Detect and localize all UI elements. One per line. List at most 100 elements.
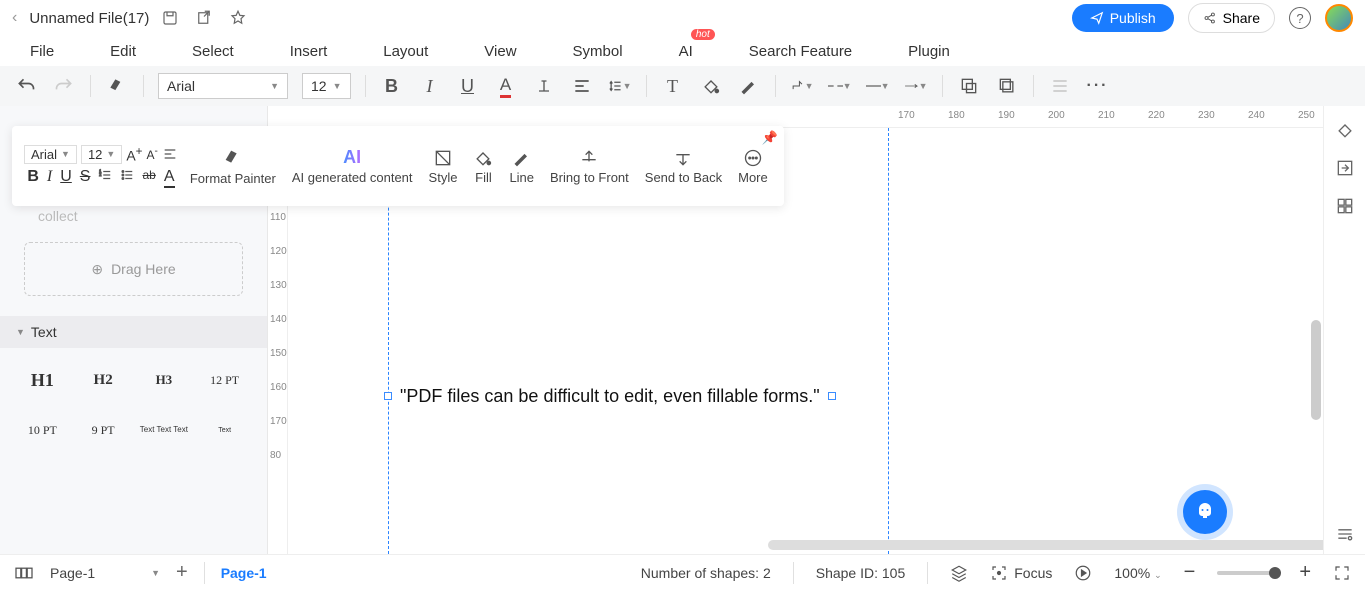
font-color-icon[interactable]: A [494,74,518,98]
distribute-icon[interactable] [1048,74,1072,98]
redo-icon[interactable] [52,74,76,98]
menu-select[interactable]: Select [192,43,234,60]
float-strike-icon[interactable]: S [80,168,91,188]
zoom-in-icon[interactable]: + [1299,561,1311,584]
publish-button[interactable]: Publish [1072,4,1174,32]
paint-icon[interactable] [1335,120,1355,140]
increase-font-icon[interactable]: A+ [126,145,142,164]
fill-button[interactable]: Fill [465,148,501,185]
more-button[interactable]: More [730,148,776,185]
add-page-button[interactable]: + [176,561,188,584]
text-section-header[interactable]: ▼Text [0,316,267,348]
numbered-list-icon[interactable]: 12 [98,168,112,188]
export-icon[interactable] [195,9,213,27]
handle-left[interactable] [384,392,392,400]
help-icon[interactable]: ? [1289,7,1311,29]
undo-icon[interactable] [14,74,38,98]
guide-right[interactable] [888,128,889,554]
avatar[interactable] [1325,4,1353,32]
dash-line-icon[interactable]: ▼ [828,74,852,98]
layers-icon[interactable] [950,564,968,582]
group-icon[interactable] [957,74,981,98]
float-underline-icon[interactable]: U [60,168,72,188]
menu-ai[interactable]: AIhot [679,43,693,60]
send-icon [1090,11,1104,25]
style-button[interactable]: Style [421,148,466,185]
line-button[interactable]: Line [501,148,542,185]
drag-here-zone[interactable]: ⊕ Drag Here [24,242,243,296]
horizontal-scrollbar[interactable] [768,540,1323,550]
format-painter-icon[interactable] [105,74,129,98]
send-back-button[interactable]: Send to Back [637,148,730,185]
file-name[interactable]: Unnamed File(17) [29,10,149,27]
solid-line-icon[interactable]: ▼ [866,74,890,98]
text-effect-icon[interactable] [532,74,556,98]
zoom-out-icon[interactable]: − [1184,561,1196,584]
text-icon[interactable]: T [661,74,685,98]
share-button[interactable]: Share [1188,3,1275,33]
preset-9pt[interactable]: 9 PT [75,408,132,452]
preset-h3[interactable]: H3 [136,358,193,402]
float-font-color-icon[interactable]: A [164,168,175,188]
float-font-select[interactable]: Arial▼ [24,145,77,164]
bring-front-button[interactable]: Bring to Front [542,148,637,185]
vertical-scrollbar[interactable] [1311,320,1321,420]
menu-file[interactable]: File [30,43,54,60]
preset-12pt[interactable]: 12 PT [196,358,253,402]
connector-icon[interactable]: ▼ [790,74,814,98]
preset-tiny[interactable]: Text [196,408,253,452]
fill-icon[interactable] [699,74,723,98]
preset-10pt[interactable]: 10 PT [14,408,71,452]
pin-icon[interactable]: 📌 [762,130,778,146]
chat-assistant-icon[interactable] [1183,490,1227,534]
float-size-select[interactable]: 12▼ [81,145,122,164]
ai-content-button[interactable]: AI AI generated content [284,147,421,185]
layer-icon[interactable] [995,74,1019,98]
handle-right[interactable] [828,392,836,400]
menu-edit[interactable]: Edit [110,43,136,60]
preset-h2[interactable]: H2 [75,358,132,402]
menu-insert[interactable]: Insert [290,43,328,60]
menu-view[interactable]: View [484,43,516,60]
star-icon[interactable] [229,9,247,27]
float-align-icon[interactable] [162,146,178,162]
export-panel-icon[interactable] [1335,158,1355,178]
underline-icon[interactable]: U [456,74,480,98]
menu-layout[interactable]: Layout [383,43,428,60]
back-icon[interactable]: ‹ [12,9,17,27]
align-icon[interactable] [570,74,594,98]
decrease-font-icon[interactable]: A- [146,146,157,162]
zoom-level[interactable]: 100% ⌄ [1114,565,1161,581]
arrow-style-icon[interactable]: ▼ [904,74,928,98]
preset-multi[interactable]: Text Text Text [136,408,193,452]
float-bold-icon[interactable]: B [27,168,39,188]
size-select[interactable]: 12▼ [302,73,351,99]
bullet-list-icon[interactable] [120,168,134,188]
zoom-slider[interactable] [1217,571,1277,575]
menu-plugin[interactable]: Plugin [908,43,950,60]
page-tab[interactable]: Page-1 [221,565,267,581]
more-icon[interactable]: ··· [1086,74,1110,98]
preset-h1[interactable]: H1 [14,358,71,402]
fullscreen-icon[interactable] [1333,564,1351,582]
line-spacing-icon[interactable]: ▼ [608,74,632,98]
text-box[interactable]: "PDF files can be difficult to edit, eve… [400,386,820,407]
menu-symbol[interactable]: Symbol [573,43,623,60]
float-italic-icon[interactable]: I [47,168,52,188]
font-select[interactable]: Arial▼ [158,73,288,99]
right-panel [1323,106,1365,554]
format-painter-button[interactable]: Format Painter [182,147,284,186]
grid-icon[interactable] [1335,196,1355,216]
save-icon[interactable] [161,9,179,27]
line-color-icon[interactable] [737,74,761,98]
more-circle-icon [743,148,763,168]
menu-search[interactable]: Search Feature [749,43,852,60]
italic-icon[interactable]: I [418,74,442,98]
play-icon[interactable] [1074,564,1092,582]
bold-icon[interactable]: B [380,74,404,98]
format-clear-icon[interactable]: ab [142,168,155,188]
settings-list-icon[interactable] [1335,524,1355,544]
focus-button[interactable]: Focus [990,564,1052,582]
page-selector[interactable]: Page-1▼ [50,565,160,581]
pages-icon[interactable] [14,565,34,581]
